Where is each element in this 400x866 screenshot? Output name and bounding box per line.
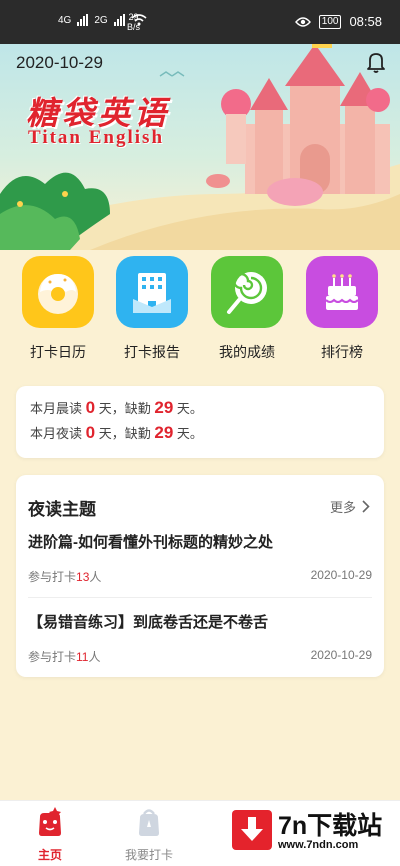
- watermark-url: www.7ndn.com: [278, 839, 359, 851]
- current-date: 2020-10-29: [16, 53, 103, 72]
- shortcut-label: 打卡日历: [30, 344, 86, 360]
- night-topic-card: 夜读主题 更多 进阶篇-如何看懂外刊标题的精妙之处 参与打卡13人 2020-1…: [16, 475, 384, 677]
- shortcut-leaderboard[interactable]: 排行榜: [304, 256, 380, 362]
- building-icon: [116, 256, 188, 328]
- article-participants: 参与打卡13人: [28, 568, 101, 585]
- cake-icon: [306, 256, 378, 328]
- net-speed: 29 B/s: [127, 12, 140, 32]
- more-label: 更多: [329, 500, 356, 515]
- shortcut-checkin-report[interactable]: 打卡报告: [114, 256, 190, 362]
- article-title: 【易错音练习】到底卷舌还是不卷舌: [28, 614, 269, 631]
- participant-count: 13: [76, 570, 90, 584]
- article-participants: 参与打卡11人: [28, 648, 101, 665]
- morning-absent: 29: [154, 398, 174, 417]
- signal1-label: 4G: [58, 14, 72, 26]
- divider: [28, 597, 372, 598]
- clock: 08:58: [349, 14, 382, 29]
- lollipop-icon: [211, 256, 283, 328]
- watermark-text: 7n下载站: [278, 812, 383, 840]
- download-arrow-icon: [232, 810, 272, 850]
- nav-home[interactable]: 主页: [15, 805, 85, 863]
- participant-count: 11: [76, 650, 89, 664]
- eye-icon: [294, 16, 311, 27]
- article-title: 进阶篇-如何看懂外刊标题的精妙之处: [28, 534, 273, 551]
- home-bag-icon: [39, 807, 61, 836]
- nav-checkin-label: 我要打卡: [124, 848, 173, 862]
- section-title: 夜读主题: [28, 500, 96, 519]
- nav-home-label: 主页: [37, 848, 62, 862]
- logo-english: Titan English: [28, 127, 165, 148]
- article-date: 2020-10-29: [310, 648, 372, 662]
- night-days: 0: [85, 423, 96, 442]
- night-absent: 29: [154, 423, 174, 442]
- morning-prefix: 本月晨读: [30, 401, 83, 416]
- participate-prefix: 参与打卡: [28, 650, 77, 664]
- participate-prefix: 参与打卡: [28, 570, 77, 584]
- article-date: 2020-10-29: [310, 568, 372, 582]
- donut-icon: [22, 256, 94, 328]
- battery-indicator: 100: [318, 14, 342, 29]
- absence-text: 天，缺勤: [98, 426, 151, 441]
- morning-days: 0: [85, 398, 96, 417]
- morning-reading-row: 本月晨读 0 天，缺勤 29 天。: [30, 396, 370, 421]
- checkin-bag-icon: [139, 809, 159, 836]
- days-suffix: 天。: [176, 426, 203, 441]
- watermark: 7n下载站 www.7ndn.com: [232, 808, 392, 858]
- shortcut-label: 打卡报告: [124, 344, 180, 360]
- absence-text: 天，缺勤: [98, 401, 151, 416]
- signal-icon: [77, 14, 89, 26]
- monthly-reading-card: 本月晨读 0 天，缺勤 29 天。 本月夜读 0 天，缺勤 29 天。: [16, 386, 384, 458]
- signal2-label: 2G: [94, 14, 108, 26]
- shortcut-my-scores[interactable]: 我的成绩: [209, 256, 285, 362]
- signal-icon: [113, 14, 125, 26]
- chevron-right-icon: [362, 500, 370, 513]
- shortcut-label: 我的成绩: [219, 344, 275, 360]
- days-suffix: 天。: [176, 401, 203, 416]
- shortcut-checkin-calendar[interactable]: 打卡日历: [20, 256, 96, 362]
- bell-icon[interactable]: [364, 50, 388, 74]
- night-prefix: 本月夜读: [30, 426, 83, 441]
- night-reading-row: 本月夜读 0 天，缺勤 29 天。: [30, 421, 370, 446]
- participate-suffix: 人: [88, 650, 101, 664]
- nav-checkin[interactable]: 我要打卡: [114, 805, 184, 863]
- status-right: 100 08:58: [294, 14, 382, 29]
- shortcut-label: 排行榜: [321, 344, 363, 360]
- participate-suffix: 人: [89, 570, 102, 584]
- status-bar: 4G 2G 29 B/s 100 08:58: [0, 0, 400, 44]
- net-speed-value: 29: [128, 12, 139, 22]
- hero-banner: 2020-10-29 糖袋英语 Titan English: [0, 44, 400, 250]
- net-speed-unit: B/s: [127, 22, 141, 32]
- more-link[interactable]: 更多: [330, 497, 370, 516]
